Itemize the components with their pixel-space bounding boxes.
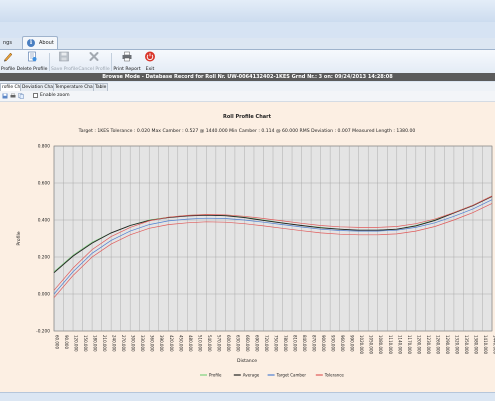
y-tick-label: 0.800 [38,144,51,150]
save-profile-button[interactable]: Save Profile [51,51,77,73]
x-tick-label: 720.000 [264,335,269,352]
print-chart-icon[interactable] [10,93,16,99]
x-tick-label: 780.000 [283,335,288,352]
delete-profile-button[interactable]: Delete Profile [16,51,48,73]
x-tick-label: 450.000 [178,335,183,352]
x-tick-label: 1140.000 [397,335,402,355]
copy-chart-icon[interactable] [18,93,24,99]
legend-item-label: Target Camber [276,373,307,378]
printer-icon [122,51,133,62]
exit-button[interactable]: Exit [142,51,158,73]
cancel-x-icon [89,51,100,62]
x-tick-label: 900.000 [321,335,326,352]
x-axis-label: Distance [237,358,257,364]
x-tick-label: 1080.000 [378,335,383,355]
x-tick-label: 210.000 [102,335,107,352]
y-axis-label: Profile [16,231,22,245]
x-tick-label: 1170.000 [407,335,412,355]
cancel-profile-button[interactable]: Cancel Profile [78,51,110,73]
x-tick-label: 330.000 [140,335,145,352]
x-tick-label: 120.000 [74,335,79,352]
x-tick-label: 1380.000 [473,335,478,355]
x-tick-label: 240.000 [112,335,117,352]
ribbon-toolbar: Profile Delete Profile Save Profile Canc… [0,49,495,75]
x-tick-label: 420.000 [169,335,174,352]
floppy-disk-icon [59,51,70,62]
tab-about[interactable]: i About [22,36,58,50]
info-icon: i [27,39,35,47]
ribbon-separator [49,53,50,71]
chart-toolstrip: Enable zoom [0,91,495,102]
x-tick-label: 510.000 [197,335,202,352]
profile-chart: Roll Profile Chart Target : 1KES Toleranc… [0,102,495,392]
window-title-bar [0,0,495,23]
pen-icon [3,51,14,62]
y-tick-label: 0.000 [38,292,51,298]
x-tick-label: 690.000 [254,335,259,352]
x-tick-label: 1290.000 [445,335,450,355]
y-tick-label: 0.400 [38,218,51,224]
x-tick-label: 990.000 [350,335,355,352]
legend-item-label: Profile [209,373,222,378]
x-tick-label: 1320.000 [454,335,459,355]
x-tick-label: 270.000 [121,335,126,352]
chart-pane: Roll Profile Chart Target : 1KES Toleranc… [0,102,495,392]
enable-zoom-label: Enable zoom [40,91,70,101]
tab-settings-label: ngs [3,40,12,46]
legend-item-label: Average [243,373,260,378]
x-tick-label: 1200.000 [416,335,421,355]
chart-tab-strip: rofile Chart Deviation Chart Temperature… [0,82,495,91]
chart-title: Roll Profile Chart [223,114,272,120]
chart-summary-info: Target : 1KES Tolerance : 0.020 Max Camb… [78,128,416,134]
x-tick-label: 60.000 [55,335,60,349]
x-tick-label: 180.000 [93,335,98,352]
x-tick-label: 1350.000 [464,335,469,355]
record-status-bar: Browse Mode - Database Record for Roll N… [0,73,495,81]
x-tick-label: 660.000 [245,335,250,352]
x-tick-label: 750.000 [274,335,279,352]
delete-document-icon [27,51,38,62]
enable-zoom-checkbox[interactable] [33,93,38,98]
x-tick-label: 360.000 [150,335,155,352]
legend-item-label: Tolerance [324,373,345,378]
x-tick-label: 630.000 [235,335,240,352]
x-tick-label: 390.000 [159,335,164,352]
save-chart-icon[interactable] [2,93,8,99]
x-tick-label: 600.000 [226,335,231,352]
power-icon [145,51,156,62]
x-tick-label: 960.000 [340,335,345,352]
x-tick-label: 570.000 [216,335,221,352]
x-tick-label: 930.000 [331,335,336,352]
x-tick-label: 870.000 [312,335,317,352]
x-tick-label: 1230.000 [426,335,431,355]
ribbon-tab-band [0,22,495,38]
x-tick-label: 90.000 [64,335,69,349]
x-tick-label: 840.000 [302,335,307,352]
print-report-button[interactable]: Print Report [112,51,142,73]
x-tick-label: 300.000 [131,335,136,352]
x-tick-label: 150.000 [83,335,88,352]
x-tick-label: 1020.000 [359,335,364,355]
x-tick-label: 1110.000 [388,335,393,355]
x-tick-label: 1260.000 [435,335,440,355]
x-tick-label: 540.000 [207,335,212,352]
y-tick-label: 0.200 [38,255,51,261]
x-tick-label: 810.000 [293,335,298,352]
x-tick-label: 480.000 [188,335,193,352]
x-tick-label: 1410.000 [483,335,488,355]
edit-profile-button[interactable]: Profile [0,51,16,73]
y-tick-label: -0.200 [36,329,50,335]
y-tick-label: 0.600 [38,181,51,187]
x-tick-label: 1050.000 [369,335,374,355]
